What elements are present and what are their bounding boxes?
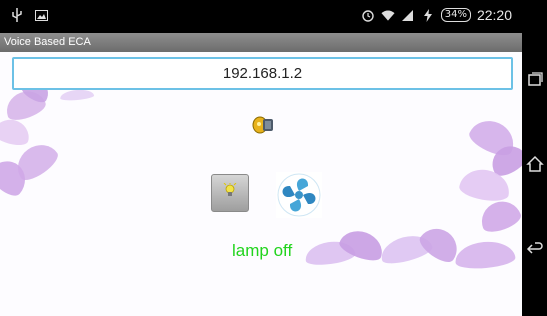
app-title-bar: Voice Based ECA: [0, 33, 522, 52]
home-icon[interactable]: [526, 155, 544, 173]
speaker-icon[interactable]: [251, 114, 277, 136]
phone-screen: 34% 22:20 Voice Based ECA 192.168.1.2 la…: [0, 0, 522, 316]
ip-address-input[interactable]: 192.168.1.2: [12, 57, 513, 90]
fan-icon[interactable]: [276, 172, 322, 218]
lamp-toggle-button[interactable]: [211, 174, 249, 212]
recent-apps-icon[interactable]: [526, 70, 544, 88]
navigation-bar: [522, 0, 547, 316]
app-title: Voice Based ECA: [4, 36, 91, 48]
back-icon[interactable]: [526, 240, 544, 258]
usb-icon: [10, 8, 24, 22]
lamp-status-text: lamp off: [232, 241, 293, 260]
bulb-icon: [223, 182, 237, 203]
wifi-icon: [381, 8, 395, 22]
clock: 22:20: [476, 7, 512, 23]
image-notification-icon: [34, 8, 48, 22]
battery-indicator: 34%: [440, 8, 471, 22]
status-bar: 34% 22:20: [0, 0, 522, 33]
charging-icon: [421, 8, 435, 22]
main-content: 192.168.1.2 lamp off: [0, 52, 522, 316]
alarm-icon: [361, 8, 375, 22]
signal-icon: [401, 8, 415, 22]
